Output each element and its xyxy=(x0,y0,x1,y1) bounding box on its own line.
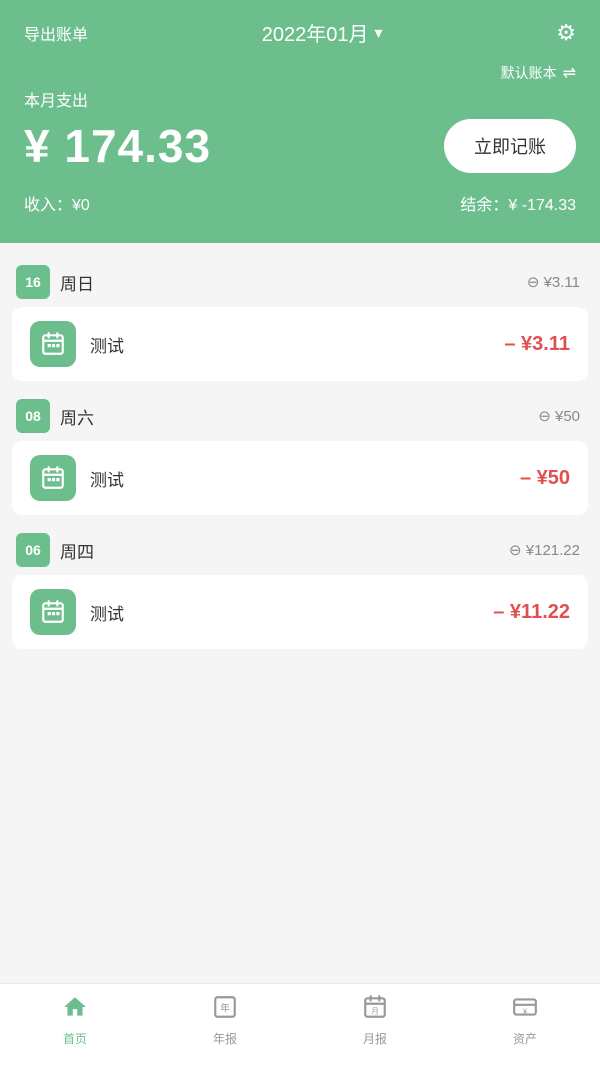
monthly-report-icon: 月 xyxy=(362,994,388,1027)
account-label: 默认账本 xyxy=(501,63,557,83)
day-name-16: 周日 xyxy=(60,270,94,295)
transaction-amount: – ¥3.11 xyxy=(504,333,570,356)
transaction-amount: – ¥11.22 xyxy=(493,601,570,624)
summary-balance: 结余：¥ -174.33 xyxy=(460,191,576,215)
transaction-name: 测试 xyxy=(90,332,490,357)
transaction-name: 测试 xyxy=(90,600,479,625)
nav-label-assets: 资产 xyxy=(513,1030,537,1047)
annual-report-icon: 年 xyxy=(212,994,238,1027)
top-bar: 导出账单 2022年01月 ▾ ⚙ xyxy=(24,18,576,47)
day-group-08: 08 周六 ⊖ ¥50 测试 – ¥50 xyxy=(0,393,600,515)
nav-item-home[interactable]: 首页 xyxy=(45,994,105,1047)
transaction-list: 16 周日 ⊖ ¥3.11 测试 – ¥3.11 xyxy=(0,243,600,983)
nav-item-monthly[interactable]: 月 月报 xyxy=(345,994,405,1047)
day-total-16: ⊖ ¥3.11 xyxy=(527,273,580,291)
day-header-16: 16 周日 ⊖ ¥3.11 xyxy=(0,259,600,307)
account-switch-icon[interactable]: ⇌ xyxy=(563,63,576,83)
day-header-08: 08 周六 ⊖ ¥50 xyxy=(0,393,600,441)
transaction-item[interactable]: 测试 – ¥50 xyxy=(12,441,588,515)
nav-label-monthly: 月报 xyxy=(363,1030,387,1047)
header-section: 导出账单 2022年01月 ▾ ⚙ 默认账本 ⇌ 本月支出 ¥ 174.33 立… xyxy=(0,0,600,243)
summary-row: 收入：¥0 结余：¥ -174.33 xyxy=(24,191,576,215)
nav-item-annual[interactable]: 年 年报 xyxy=(195,994,255,1047)
day-name-06: 周四 xyxy=(60,538,94,563)
day-group-06: 06 周四 ⊖ ¥121.22 测试 – ¥11.22 xyxy=(0,527,600,649)
transaction-item[interactable]: 测试 – ¥11.22 xyxy=(12,575,588,649)
month-expense-label: 本月支出 xyxy=(24,87,576,111)
nav-label-annual: 年报 xyxy=(213,1030,237,1047)
svg-text:月: 月 xyxy=(371,1007,379,1016)
day-badge-06: 06 xyxy=(16,533,50,567)
day-badge-08: 08 xyxy=(16,399,50,433)
bottom-nav: 首页 年 年报 月 月报 ¥ xyxy=(0,983,600,1067)
assets-icon: ¥ xyxy=(512,994,538,1027)
record-button[interactable]: 立即记账 xyxy=(444,119,576,173)
category-icon xyxy=(30,589,76,635)
category-icon xyxy=(30,455,76,501)
main-amount: ¥ 174.33 xyxy=(24,119,211,173)
transaction-item[interactable]: 测试 – ¥3.11 xyxy=(12,307,588,381)
summary-income: 收入：¥0 xyxy=(24,191,90,215)
day-header-06: 06 周四 ⊖ ¥121.22 xyxy=(0,527,600,575)
day-total-08: ⊖ ¥50 xyxy=(538,407,580,425)
main-amount-row: ¥ 174.33 立即记账 xyxy=(24,119,576,173)
category-icon xyxy=(30,321,76,367)
day-group-16: 16 周日 ⊖ ¥3.11 测试 – ¥3.11 xyxy=(0,259,600,381)
svg-text:年: 年 xyxy=(220,1001,230,1014)
home-icon xyxy=(62,994,88,1027)
nav-label-home: 首页 xyxy=(63,1030,87,1047)
day-badge-16: 16 xyxy=(16,265,50,299)
transaction-amount: – ¥50 xyxy=(520,467,570,490)
day-name-08: 周六 xyxy=(60,404,94,429)
settings-button[interactable]: ⚙ xyxy=(556,20,576,46)
transaction-name: 测试 xyxy=(90,466,506,491)
day-total-06: ⊖ ¥121.22 xyxy=(509,541,580,559)
chevron-down-icon: ▾ xyxy=(375,23,383,43)
current-date: 2022年01月 xyxy=(262,18,369,47)
account-bar: 默认账本 ⇌ xyxy=(24,63,576,83)
export-button[interactable]: 导出账单 xyxy=(24,21,88,45)
date-selector[interactable]: 2022年01月 ▾ xyxy=(262,18,383,47)
nav-item-assets[interactable]: ¥ 资产 xyxy=(495,994,555,1047)
